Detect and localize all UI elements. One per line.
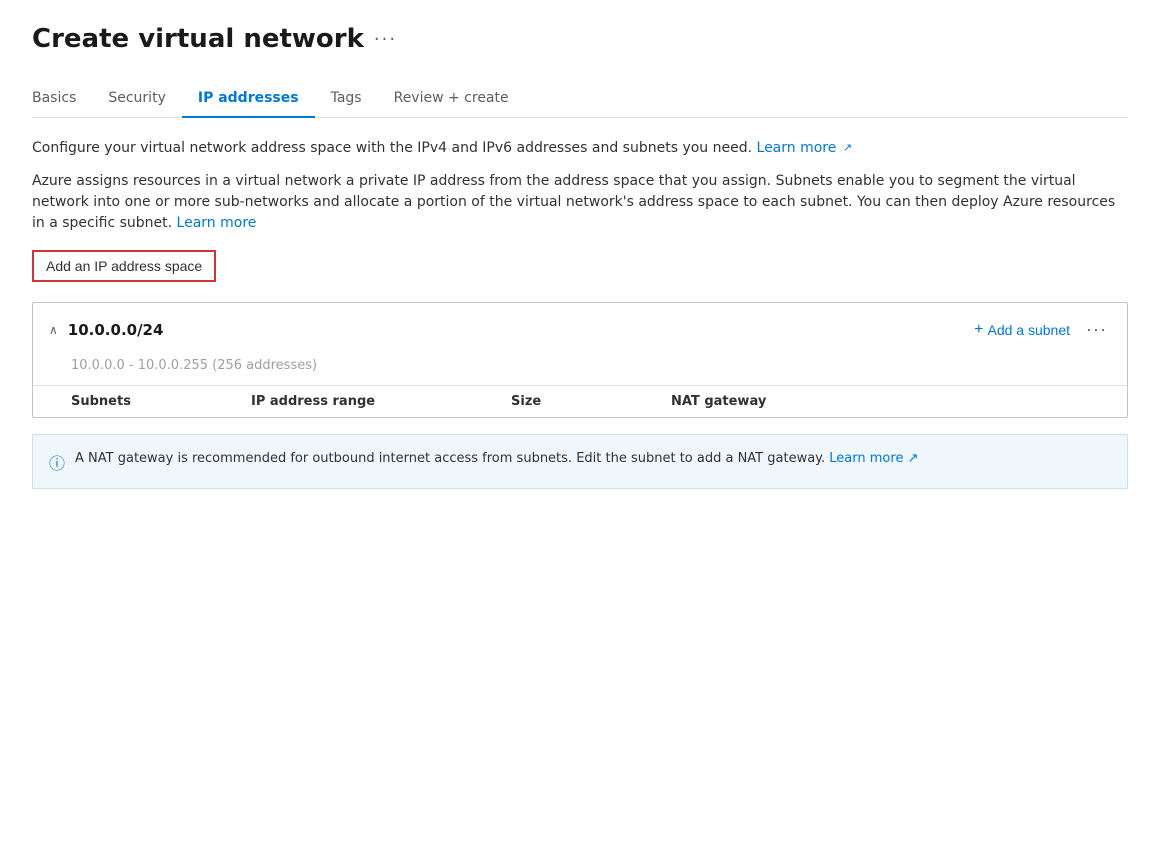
- col-size: Size: [511, 394, 671, 409]
- info-icon: ⓘ: [49, 450, 65, 474]
- chevron-up-icon[interactable]: ∧: [49, 323, 58, 337]
- tab-review-create[interactable]: Review + create: [378, 82, 525, 118]
- tab-basics[interactable]: Basics: [32, 82, 92, 118]
- tab-tags[interactable]: Tags: [315, 82, 378, 118]
- description-block: Configure your virtual network address s…: [32, 138, 1128, 234]
- nat-learn-more-link[interactable]: Learn more ↗: [829, 451, 918, 466]
- description-line1: Configure your virtual network address s…: [32, 138, 1128, 159]
- ip-space-left: ∧ 10.0.0.0/24: [49, 321, 163, 339]
- col-ip-address-range: IP address range: [251, 394, 511, 409]
- external-link-icon-1: ↗: [843, 141, 852, 154]
- external-link-icon-nat: ↗: [908, 451, 919, 466]
- page-title-row: Create virtual network ···: [32, 24, 1128, 54]
- tab-bar: Basics Security IP addresses Tags Review…: [32, 82, 1128, 118]
- ip-space-more-button[interactable]: ···: [1082, 317, 1111, 342]
- info-banner: ⓘ A NAT gateway is recommended for outbo…: [32, 434, 1128, 489]
- learn-more-link-1[interactable]: Learn more ↗: [757, 140, 853, 156]
- ip-space-cidr: 10.0.0.0/24: [68, 321, 164, 339]
- col-nat-gateway: NAT gateway: [671, 394, 871, 409]
- add-subnet-button[interactable]: + Add a subnet: [974, 321, 1070, 339]
- plus-icon: +: [974, 321, 983, 339]
- description-line2: Azure assigns resources in a virtual net…: [32, 171, 1128, 234]
- ip-range-text: 10.0.0.0 - 10.0.0.255 (256 addresses): [33, 356, 1127, 385]
- ip-space-header: ∧ 10.0.0.0/24 + Add a subnet ···: [33, 303, 1127, 356]
- col-subnets: Subnets: [71, 394, 251, 409]
- ip-space-card: ∧ 10.0.0.0/24 + Add a subnet ··· 10.0.0.…: [32, 302, 1128, 418]
- add-ip-address-space-button[interactable]: Add an IP address space: [32, 250, 216, 282]
- more-options-icon[interactable]: ···: [374, 29, 397, 50]
- page-title: Create virtual network: [32, 24, 364, 54]
- ip-space-right: + Add a subnet ···: [974, 317, 1111, 342]
- learn-more-link-2[interactable]: Learn more: [177, 215, 257, 231]
- subnet-table-header: Subnets IP address range Size NAT gatewa…: [33, 385, 1127, 417]
- tab-security[interactable]: Security: [92, 82, 182, 118]
- tab-ip-addresses[interactable]: IP addresses: [182, 82, 315, 118]
- info-banner-text: A NAT gateway is recommended for outboun…: [75, 449, 918, 469]
